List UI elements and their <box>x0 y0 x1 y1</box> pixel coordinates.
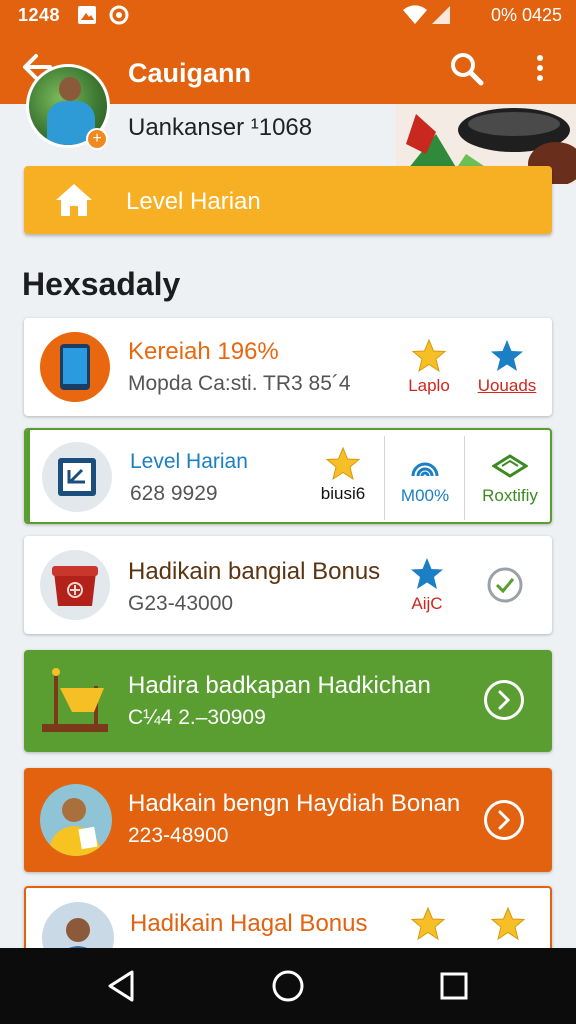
status-time: 1248 <box>18 5 61 25</box>
card-title: Hadikain bangial Bonus <box>128 558 381 585</box>
nav-back-icon[interactable] <box>104 968 140 1004</box>
card-title: Hadkain bengn Haydiah Bonan <box>128 790 461 817</box>
home-icon <box>56 184 92 216</box>
trophy-stand-icon <box>42 668 108 732</box>
card-title: Kereiah 196% <box>128 338 279 365</box>
wifi-icon <box>403 5 427 24</box>
card-subtitle: 223-48900 <box>128 824 229 847</box>
action-label: Laplo <box>408 376 450 395</box>
signal-arc-icon <box>411 462 439 477</box>
star-icon <box>411 558 443 589</box>
card-subtitle: Mopda Ca:sti. TR3 85´4 <box>128 372 351 395</box>
bonus-box-icon <box>40 550 110 620</box>
aijc-button[interactable]: AijC <box>392 556 462 614</box>
card-subtitle: C¼4 2.–30909 <box>128 706 266 729</box>
more-options-icon[interactable] <box>528 52 552 84</box>
uploads-button[interactable]: Uouads <box>472 338 542 396</box>
sync-notification-icon <box>109 5 129 25</box>
star-icon[interactable] <box>490 906 526 942</box>
search-icon[interactable] <box>448 50 486 88</box>
nav-recents-icon[interactable] <box>436 968 472 1004</box>
card-title: Level Harian <box>130 450 248 473</box>
divider <box>384 436 385 520</box>
level-banner[interactable]: Level Harian <box>24 166 552 234</box>
chevron-right-button[interactable] <box>484 800 524 840</box>
roxtifiy-button[interactable]: Roxtifiy <box>470 448 550 506</box>
download-box-icon <box>42 442 112 512</box>
list-item[interactable]: Level Harian 628 9929 biusi6 M00% Roxtif… <box>24 428 552 524</box>
action-label: M00% <box>400 486 450 505</box>
biusi-button[interactable]: biusi6 <box>308 446 378 504</box>
image-notification-icon <box>78 6 96 24</box>
nav-home-icon[interactable] <box>270 968 306 1004</box>
section-title: Hexsadaly <box>22 266 181 302</box>
card-subtitle: G23-43000 <box>128 592 234 615</box>
app-title: Cauigann <box>128 58 252 88</box>
laplo-button[interactable]: Laplo <box>394 338 464 396</box>
list-item[interactable]: Hadira badkapan Hadkichan C¼4 2.–30909 <box>24 650 552 752</box>
star-icon <box>325 446 361 481</box>
person-avatar <box>40 784 112 856</box>
signal-icon <box>432 6 450 24</box>
level-banner-label: Level Harian <box>126 188 261 215</box>
list-item[interactable]: Kereiah 196% Mopda Ca:sti. TR3 85´4 Lapl… <box>24 318 552 416</box>
chevron-right-icon <box>498 810 511 830</box>
list-item[interactable]: Hadkain bengn Haydiah Bonan 223-48900 <box>24 768 552 872</box>
tablet-icon <box>40 332 110 402</box>
avatar-edit-badge[interactable]: + <box>86 128 108 150</box>
list-item[interactable]: Hadikain bangial Bonus G23-43000 AijC <box>24 536 552 634</box>
m00-button[interactable]: M00% <box>390 448 460 506</box>
star-icon[interactable] <box>410 906 446 942</box>
action-label: Roxtifiy <box>482 486 538 505</box>
battery-text: 0% 0425 <box>490 5 562 25</box>
star-icon <box>491 340 523 371</box>
action-label: biusi6 <box>320 484 366 503</box>
card-title: Hadikain Hagal Bonus <box>130 910 368 937</box>
card-title: Hadira badkapan Hadkichan <box>128 672 431 699</box>
diamond-icon <box>492 454 528 478</box>
chevron-right-button[interactable] <box>484 680 524 720</box>
status-bar: 1248 0% 0425 <box>0 0 576 34</box>
username: Uankanser ¹1068 <box>128 114 313 141</box>
star-icon <box>411 338 447 373</box>
action-label: Uouads <box>477 376 537 395</box>
chevron-right-icon <box>498 690 511 710</box>
active-indicator <box>26 430 30 522</box>
divider <box>464 436 465 520</box>
card-subtitle: 628 9929 <box>130 482 218 505</box>
check-circle-icon[interactable] <box>486 566 524 604</box>
system-nav-bar <box>0 948 576 1024</box>
action-label: AijC <box>411 594 443 613</box>
